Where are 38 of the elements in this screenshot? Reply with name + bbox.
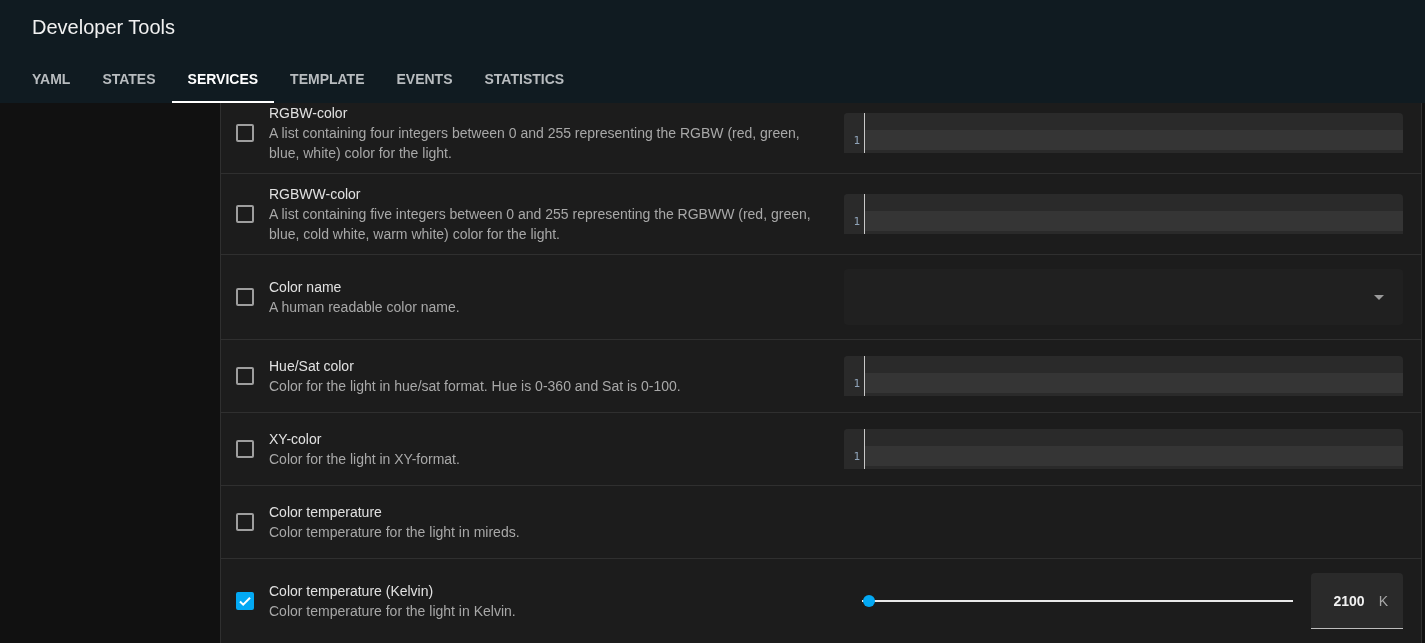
- number-value: 2100: [1333, 592, 1365, 609]
- select-field[interactable]: [844, 269, 1403, 325]
- page-title: Developer Tools: [32, 16, 176, 39]
- checkbox[interactable]: [236, 124, 254, 142]
- field-description: Color for the light in hue/sat format. Hue is 0-360 and Sat is 0-100.: [269, 377, 682, 396]
- tab[interactable]: TEMPLATE: [274, 56, 381, 103]
- field-name: RGBW-color: [269, 104, 349, 123]
- field-description: A list containing four integers between 0 and 255 representing the RGBW (red, green, blue, white) color for the light.: [269, 124, 801, 163]
- unit-label: K: [1378, 592, 1388, 609]
- checkbox[interactable]: [236, 288, 254, 306]
- field-description: Color for the light in XY-format.: [269, 450, 461, 469]
- code-editor[interactable]: 1: [844, 429, 1403, 469]
- checkbox[interactable]: [236, 513, 254, 531]
- field-description: Color temperature for the light in mireds.: [269, 523, 521, 542]
- dropdown-caret-icon: [1374, 294, 1384, 300]
- number-field[interactable]: 2100 K: [1310, 573, 1403, 629]
- field-name: Hue/Sat color: [269, 357, 355, 376]
- checkbox[interactable]: [236, 592, 254, 610]
- code-editor[interactable]: 1: [844, 113, 1403, 153]
- checkbox[interactable]: [236, 367, 254, 385]
- code-editor[interactable]: 1: [844, 194, 1403, 234]
- field-description: A list containing five integers between 0 and 255 representing the RGBWW (red, green, blue, cold white, warm white) color for the light.: [269, 205, 812, 244]
- tab[interactable]: YAML: [16, 56, 87, 103]
- field-description: Color temperature for the light in Kelvin.: [269, 602, 517, 621]
- field-name: Color temperature: [269, 503, 383, 522]
- tab[interactable]: EVENTS: [380, 56, 469, 103]
- field-name: Color name: [269, 278, 343, 297]
- field-name: RGBWW-color: [269, 185, 362, 204]
- code-editor[interactable]: 1: [844, 356, 1403, 396]
- check-icon: [238, 594, 252, 608]
- checkbox[interactable]: [236, 440, 254, 458]
- tab[interactable]: STATES: [86, 56, 172, 103]
- field-description: A human readable color name.: [269, 298, 461, 317]
- field-name: XY-color: [269, 430, 323, 449]
- slider-thumb[interactable]: [862, 595, 875, 607]
- checkbox[interactable]: [236, 205, 254, 223]
- field-name: Color temperature (Kelvin): [269, 582, 435, 601]
- tab[interactable]: STATISTICS: [468, 56, 581, 103]
